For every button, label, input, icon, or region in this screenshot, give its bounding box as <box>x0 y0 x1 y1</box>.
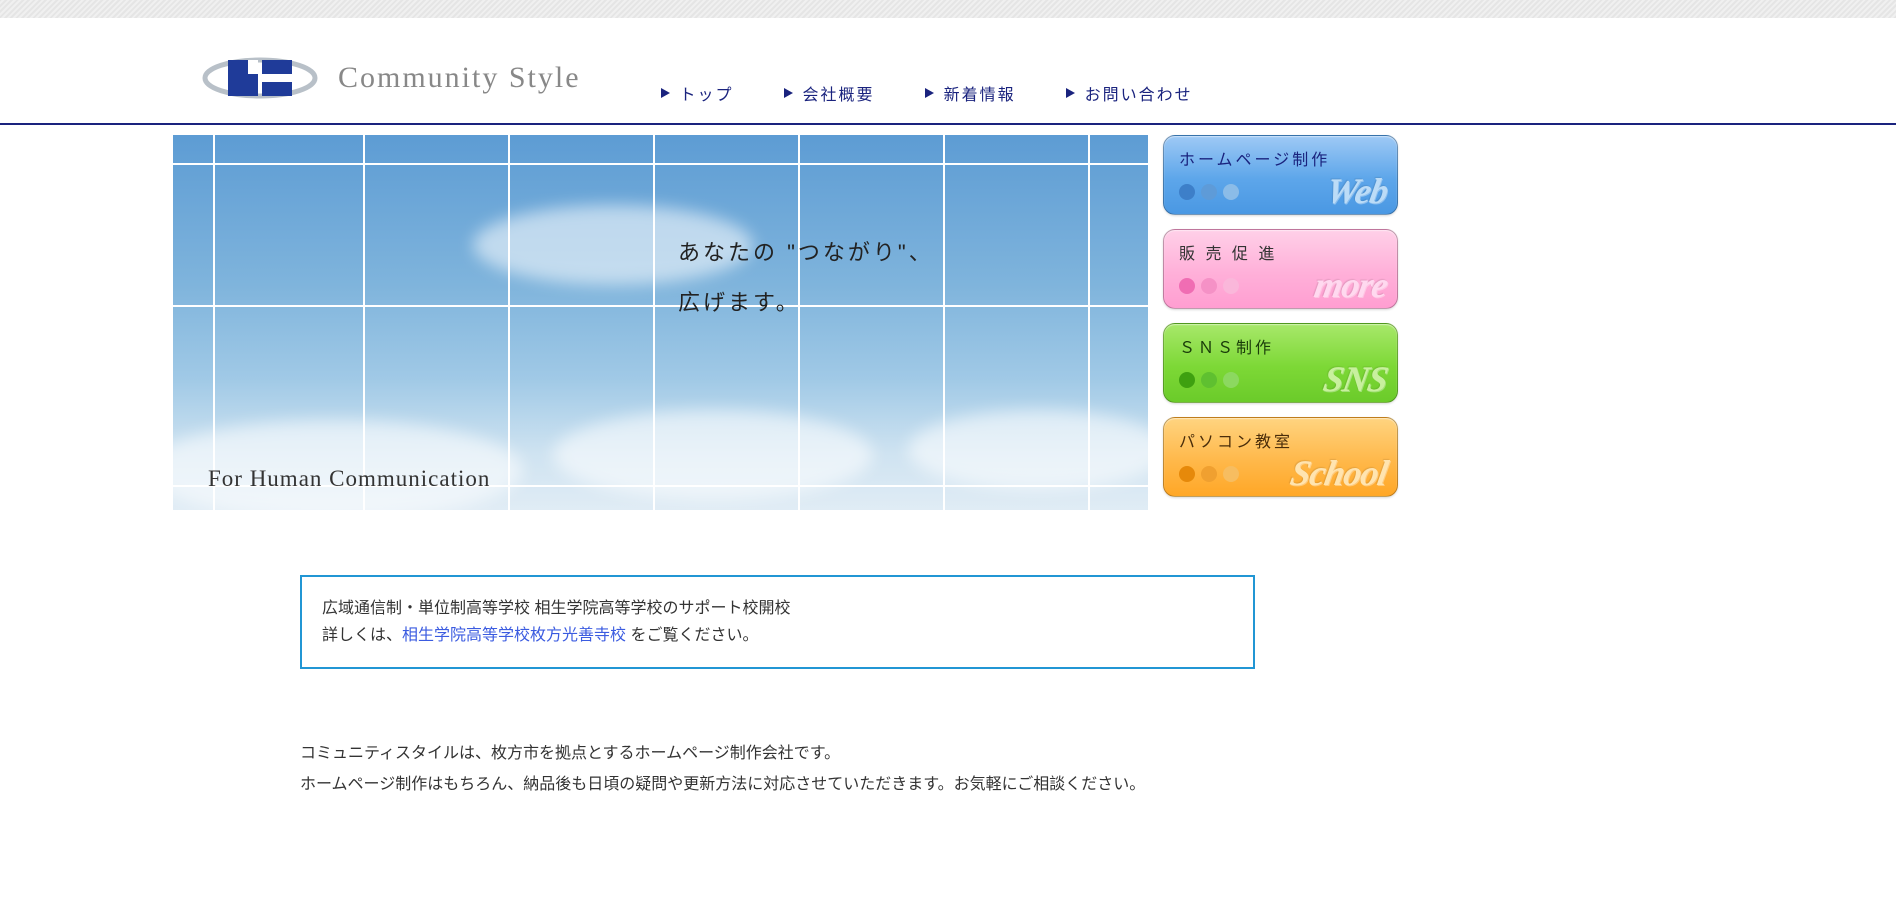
hero-banner: あなたの "つながり"、 広げます。 For Human Communicati… <box>173 135 1148 510</box>
info-line-1: 広域通信制・単位制高等学校 相生学院高等学校のサポート校開校 <box>322 595 1233 622</box>
side-btn-promotion[interactable]: 販 売 促 進 more <box>1163 229 1398 309</box>
side-btn-big: SNS <box>1320 358 1390 400</box>
logo[interactable]: Community Style <box>200 48 581 108</box>
nav-top[interactable]: トップ <box>661 81 734 105</box>
nav-label: 会社概要 <box>803 81 875 105</box>
body-p2: ホームページ制作はもちろん、納品後も日頃の疑問や更新方法に対応させていただきます… <box>300 770 1280 800</box>
info-box: 広域通信制・単位制高等学校 相生学院高等学校のサポート校開校 詳しくは、相生学院… <box>300 575 1255 669</box>
logo-text: Community Style <box>338 61 581 95</box>
nav-news[interactable]: 新着情報 <box>925 81 1016 105</box>
top-stripe <box>0 0 1896 18</box>
body-p1: コミュニティスタイルは、枚方市を拠点とするホームページ制作会社です。 <box>300 739 1280 769</box>
side-btn-big: Web <box>1323 170 1391 212</box>
logo-mark-icon <box>200 48 320 108</box>
info-line-2: 詳しくは、相生学院高等学校枚方光善寺校 をご覧ください。 <box>322 622 1233 649</box>
side-btn-label: 販 売 促 進 <box>1179 240 1277 264</box>
side-btn-sns[interactable]: ＳＮＳ制作 SNS <box>1163 323 1398 403</box>
nav-label: お問い合わせ <box>1085 81 1193 105</box>
hero-headline-2: 広げます。 <box>678 285 801 317</box>
info-link[interactable]: 相生学院高等学校枚方光善寺校 <box>402 627 626 644</box>
nav-label: トップ <box>680 81 734 105</box>
side-btn-big: more <box>1311 264 1390 306</box>
side-btn-label: ＳＮＳ制作 <box>1179 334 1274 358</box>
side-btn-school[interactable]: パソコン教室 School <box>1163 417 1398 497</box>
content: 広域通信制・単位制高等学校 相生学院高等学校のサポート校開校 詳しくは、相生学院… <box>0 510 1280 800</box>
side-btn-label: パソコン教室 <box>1179 428 1293 452</box>
side-btn-big: School <box>1287 452 1390 494</box>
hero-headline-1: あなたの "つながり"、 <box>678 235 934 267</box>
main-area: あなたの "つながり"、 広げます。 For Human Communicati… <box>0 125 1896 510</box>
side-btn-web[interactable]: ホームページ制作 Web <box>1163 135 1398 215</box>
side-buttons: ホームページ制作 Web 販 売 促 進 more ＳＮＳ制作 SNS パソコン… <box>1163 135 1398 510</box>
dots-icon <box>1179 278 1239 294</box>
dots-icon <box>1179 466 1239 482</box>
header: Community Style トップ 会社概要 新着情報 お問い合わせ <box>0 18 1896 125</box>
body-text: コミュニティスタイルは、枚方市を拠点とするホームページ制作会社です。 ホームペー… <box>300 739 1280 800</box>
triangle-icon <box>925 88 934 98</box>
nav-company[interactable]: 会社概要 <box>784 81 875 105</box>
nav: トップ 会社概要 新着情報 お問い合わせ <box>661 51 1193 105</box>
triangle-icon <box>784 88 793 98</box>
info-prefix: 詳しくは、 <box>322 627 402 644</box>
nav-contact[interactable]: お問い合わせ <box>1066 81 1193 105</box>
hero-tagline: For Human Communication <box>208 466 490 492</box>
triangle-icon <box>661 88 670 98</box>
dots-icon <box>1179 372 1239 388</box>
side-btn-label: ホームページ制作 <box>1179 146 1330 170</box>
dots-icon <box>1179 184 1239 200</box>
info-suffix: をご覧ください。 <box>626 627 758 644</box>
nav-label: 新着情報 <box>944 81 1016 105</box>
triangle-icon <box>1066 88 1075 98</box>
